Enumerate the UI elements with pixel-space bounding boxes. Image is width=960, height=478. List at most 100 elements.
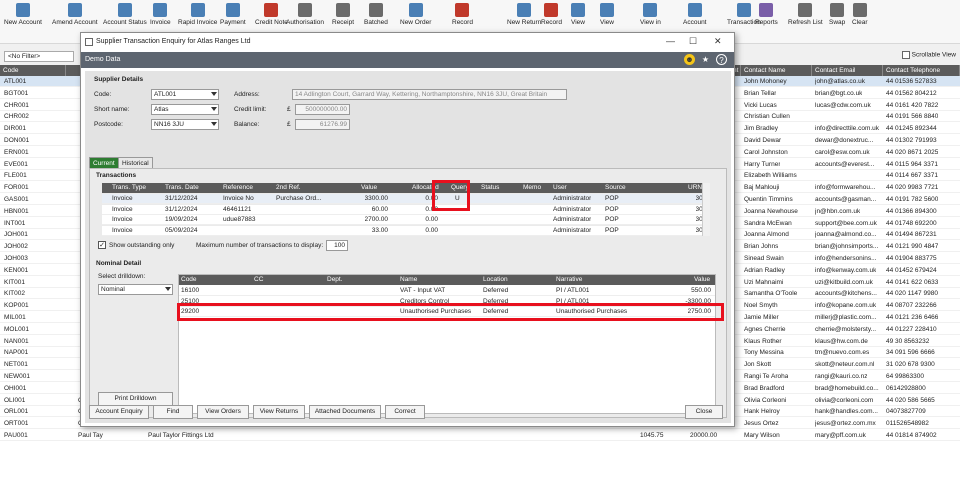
credit-limit-field[interactable]: 500000000.00 [295, 104, 350, 115]
cell-contact: Klaus Rother [744, 337, 782, 345]
view-returns-button[interactable]: View Returns [253, 405, 305, 419]
col-value[interactable]: Value [361, 184, 377, 191]
toolbar-label: Invoice [150, 19, 171, 26]
cell-tel: 44 0121 236 6466 [886, 314, 939, 321]
col-nominal-code[interactable]: Code [181, 276, 197, 283]
transaction-row[interactable]: Invoice 31/12/2024 Invoice No Purchase Ord.… [102, 194, 710, 204]
attached-documents-button[interactable]: Attached Documents [309, 405, 381, 419]
supplier-row[interactable]: PAU001 Paul Tay Paul Taylor Fittings Ltd 10… [0, 430, 960, 441]
drilldown-select[interactable]: Nominal [98, 284, 173, 295]
transactions-title: Transactions [96, 172, 137, 179]
smiley-icon[interactable]: ☻ [684, 54, 695, 65]
correct-button[interactable]: Correct [385, 405, 425, 419]
view-2-button[interactable]: View [600, 3, 614, 26]
col-cc[interactable]: CC [254, 276, 263, 283]
filter-select[interactable]: <No Filter> [4, 51, 74, 62]
find-button[interactable]: Find [153, 405, 193, 419]
scrollable-view-toggle[interactable]: Scrollable View [901, 51, 956, 59]
cell-email: jesus@ortez.com.mx [815, 420, 876, 428]
col-trans-type[interactable]: Trans. Type [112, 184, 146, 191]
cell-tel: 64 99863300 [886, 373, 924, 380]
transactions-scrollbar[interactable] [702, 183, 710, 236]
payment-button[interactable]: Payment [220, 3, 246, 26]
scrollable-view-checkbox[interactable] [901, 51, 910, 59]
col-2nd-ref[interactable]: 2nd Ref. [276, 184, 301, 191]
close-button[interactable]: Close [685, 405, 723, 419]
batched-button[interactable]: Batched [364, 3, 388, 26]
short-name-select[interactable]: Atlas [151, 104, 219, 115]
col-nominal-value[interactable]: Value [694, 276, 710, 283]
nom-cell-loc: Deferred [483, 287, 509, 294]
rapid-invoice-button[interactable]: Rapid Invoice [178, 3, 217, 26]
postcode-label: Postcode: [94, 121, 123, 128]
transaction-row[interactable]: Invoice 05/09/2024 33.00 0.00 Administrator P… [102, 225, 710, 236]
transaction-row[interactable]: Invoice 31/12/2024 46461121 60.00 0.00 Admini… [102, 204, 710, 215]
help-icon[interactable]: ? [716, 54, 727, 65]
new-return-button[interactable]: New Return [507, 3, 541, 26]
balance-field[interactable]: 61276.99 [295, 119, 350, 130]
col-narrative[interactable]: Narrative [556, 276, 582, 283]
col-status[interactable]: Status [481, 184, 499, 191]
reports-button[interactable]: Reports [755, 3, 778, 26]
code-select[interactable]: ATL001 [151, 89, 219, 100]
tab-current[interactable]: Current [89, 157, 119, 168]
col-header-contact-telephone[interactable]: Contact Telephone [883, 65, 960, 76]
tx-cell-alloc: 0.00 [425, 216, 438, 223]
cell-tel: 44 0191 566 8840 [886, 113, 939, 121]
col-header-contact-email[interactable]: Contact Email [812, 65, 883, 76]
balance-label: Balance: [234, 121, 260, 128]
col-urn[interactable]: URN [688, 184, 702, 191]
transaction-row[interactable]: Invoice 19/09/2024 udue87883 2700.00 0.00 Adm… [102, 215, 710, 225]
view-button[interactable]: View [571, 3, 585, 26]
record-return-button[interactable]: Record [541, 3, 562, 26]
swap-button[interactable]: Swap [829, 3, 845, 26]
show-outstanding-checkbox[interactable]: ✓ [98, 241, 106, 249]
record-button[interactable]: Record [452, 3, 473, 26]
authorisation-button[interactable]: Authorisation [286, 3, 324, 26]
address-field[interactable]: 14 Adlington Court, Garrard Way, Ketteri… [292, 89, 567, 100]
col-location[interactable]: Location [483, 276, 508, 283]
minimize-button[interactable]: — [666, 36, 675, 46]
col-header-contact-name[interactable]: Contact Name [741, 65, 812, 76]
cell-code: DON001 [4, 137, 30, 144]
cell-email: brad@homebuild.co... [815, 384, 879, 392]
new-order-button[interactable]: New Order [400, 3, 431, 26]
star-icon[interactable]: ★ [700, 54, 711, 65]
account-button[interactable]: Account [683, 3, 707, 26]
cell-contact: Jamie Miller [744, 314, 779, 321]
close-window-button[interactable]: ✕ [714, 36, 722, 47]
drilldown-value: Nominal [101, 286, 125, 293]
new-account-button[interactable]: New Account [4, 3, 42, 26]
clear-button[interactable]: Clear [852, 3, 868, 26]
credit-note-button[interactable]: Credit Note [255, 3, 288, 26]
col-source[interactable]: Source [605, 184, 626, 191]
account-status-button[interactable]: Account Status [103, 3, 147, 26]
col-memo[interactable]: Memo [523, 184, 541, 191]
col-dept[interactable]: Dept. [327, 276, 343, 283]
amend-account-button[interactable]: Amend Account [52, 3, 98, 26]
maximize-button[interactable]: ☐ [689, 36, 697, 47]
refresh-button[interactable]: Refresh List [788, 3, 823, 26]
cell-tel: 44 020 1147 9980 [886, 290, 938, 298]
nominal-row[interactable]: 16100 VAT - Input VAT Deferred PI / ATL001 5… [179, 286, 715, 296]
view-orders-button[interactable]: View Orders [197, 405, 249, 419]
cell-contact: Tony Messina [744, 349, 784, 357]
col-header-code[interactable]: Code [0, 65, 66, 76]
view-in-button[interactable]: View in [640, 3, 661, 26]
max-transactions-field[interactable]: 100 [326, 240, 348, 251]
tx-cell-user: Administrator [553, 216, 592, 223]
supplier-transaction-enquiry-dialog: Supplier Transaction Enquiry for Atlas R… [80, 32, 735, 427]
receipt-button[interactable]: Receipt [332, 3, 354, 26]
tx-cell-type: Invoice [112, 195, 133, 202]
col-trans-date[interactable]: Trans. Date [165, 184, 199, 191]
account-enquiry-button[interactable]: Account Enquiry [89, 405, 149, 419]
print-drilldown-button[interactable]: Print Drilldown [98, 392, 173, 406]
cell-name: Paul Tay [78, 432, 103, 439]
col-user[interactable]: User [553, 184, 567, 191]
col-nominal-name[interactable]: Name [400, 276, 417, 283]
postcode-select[interactable]: NN16 3JU [151, 119, 219, 130]
invoice-button[interactable]: Invoice [150, 3, 171, 26]
col-reference[interactable]: Reference [223, 184, 253, 191]
tab-historical[interactable]: Historical [118, 157, 153, 168]
cell-email: tm@nuevo.com.es [815, 349, 870, 357]
